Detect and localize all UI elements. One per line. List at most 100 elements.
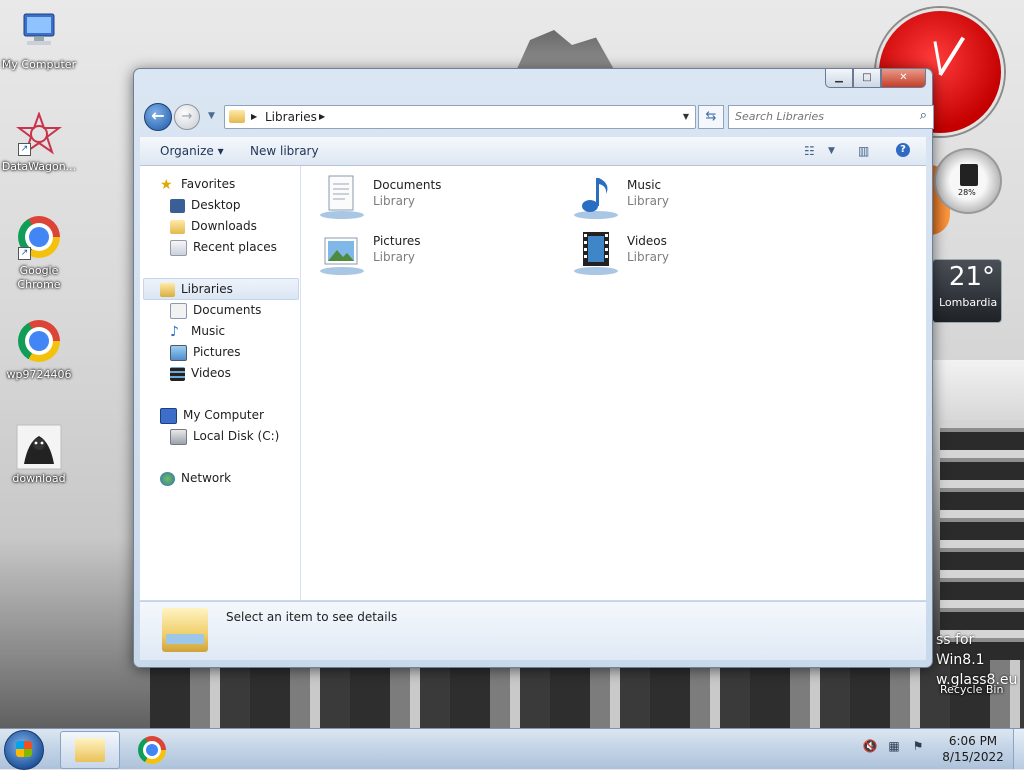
forward-arrow-icon: → [181, 109, 193, 124]
library-documents[interactable]: Documents Library [319, 174, 539, 220]
computer-icon [16, 10, 62, 56]
nav-label: Music [191, 324, 226, 338]
view-options-dropdown-icon[interactable]: ▼ [828, 142, 835, 160]
change-view-icon[interactable]: ☷ [804, 142, 815, 160]
nav-recent-places[interactable]: Recent places [170, 237, 277, 257]
details-text: Select an item to see details [226, 610, 398, 624]
nav-documents[interactable]: Documents [170, 300, 261, 320]
clock-minute-hand [933, 41, 942, 74]
nav-libraries[interactable]: Libraries [143, 278, 299, 300]
library-videos[interactable]: Videos Library [573, 230, 793, 276]
navigation-pane: ★ Favorites Desktop Downloads Recent plac… [140, 166, 301, 600]
nav-label: Pictures [193, 345, 241, 359]
nav-label: Downloads [191, 219, 257, 233]
breadcrumb-libraries[interactable]: Libraries [265, 109, 317, 125]
maximize-button[interactable]: □ [853, 69, 881, 88]
cpu-percent: 28% [958, 188, 976, 197]
close-button[interactable]: ✕ [881, 69, 926, 88]
nav-videos[interactable]: Videos [170, 363, 231, 383]
nav-label: Recent places [193, 240, 277, 254]
nav-network[interactable]: Network [160, 468, 231, 488]
library-pictures[interactable]: Pictures Library [319, 230, 539, 276]
libraries-icon [160, 282, 175, 297]
search-input[interactable] [729, 106, 905, 126]
address-bar[interactable]: ▶ Libraries ▶ ▼ [224, 105, 696, 129]
desktop-icon-my-computer[interactable]: My Computer [0, 10, 79, 72]
back-arrow-icon: ← [151, 106, 165, 125]
library-name: Pictures [373, 234, 421, 248]
new-library-button[interactable]: New library [250, 143, 319, 159]
watermark-line-1: ss for Win8.1 [936, 632, 985, 668]
image-file-icon [16, 424, 62, 470]
nav-label: Desktop [191, 198, 241, 212]
action-center-icon[interactable]: ⚑ [910, 739, 926, 753]
taskbar-explorer-button[interactable] [60, 731, 120, 769]
forward-button[interactable]: → [174, 104, 200, 130]
nav-desktop[interactable]: Desktop [170, 195, 241, 215]
desktop-icon-google-chrome[interactable]: ↗ Google Chrome [0, 216, 79, 292]
network-icon [160, 471, 175, 486]
nav-label: Documents [193, 303, 262, 317]
network-icon[interactable]: ▦ [886, 739, 902, 753]
desktop-icon-label: DataWagon... [1, 160, 77, 173]
music-library-icon [573, 174, 619, 220]
preview-pane-icon[interactable]: ▥ [858, 142, 869, 160]
library-type: Library [373, 194, 415, 208]
nav-label: Libraries [181, 282, 233, 296]
cpu-meter-gadget[interactable]: 28% [934, 148, 1002, 214]
chrome-icon [16, 320, 62, 366]
notification-area: 🔇 ▦ ⚑ [862, 739, 926, 753]
desktop-icon-label: download [12, 472, 66, 485]
shortcut-arrow-icon: ↗ [18, 143, 31, 156]
nav-label: Network [181, 471, 232, 485]
library-type: Library [373, 250, 415, 264]
pictures-library-icon [319, 230, 365, 276]
search-icon[interactable]: ⌕ [920, 108, 927, 123]
documents-library-icon [319, 174, 365, 220]
back-button[interactable]: ← [144, 103, 172, 131]
pictures-icon [170, 344, 187, 361]
hard-disk-icon [170, 428, 187, 445]
memory-chip-icon [960, 164, 978, 186]
libraries-folder-icon [229, 110, 245, 123]
desktop-icon-datawagon[interactable]: ↗ DataWagon... [0, 111, 79, 174]
show-desktop-button[interactable] [1013, 729, 1024, 769]
desktop-icon-label: wp9724406 [6, 368, 72, 381]
weather-location: Lombardia [939, 296, 998, 309]
volume-muted-icon[interactable]: 🔇 [862, 739, 878, 753]
folder-icon [75, 738, 105, 762]
nav-downloads[interactable]: Downloads [170, 216, 257, 236]
breadcrumb-separator-icon[interactable]: ▶ [319, 109, 325, 125]
organize-button[interactable]: Organize ▾ [160, 143, 224, 159]
library-name: Documents [373, 178, 442, 192]
nav-pictures[interactable]: Pictures [170, 342, 241, 362]
recent-pages-dropdown[interactable]: ▼ [208, 105, 215, 127]
shortcut-arrow-icon: ↗ [18, 247, 31, 260]
explorer-window: ▁ □ ✕ ← → ▼ ▶ Libraries ▶ ▼ ⇆ ⌕ Organize… [133, 68, 934, 668]
breadcrumb-separator-icon[interactable]: ▶ [251, 109, 257, 125]
desktop-icon-wp9724406[interactable]: wp9724406 [0, 320, 79, 382]
desktop-icon-download[interactable]: download [0, 424, 79, 486]
recycle-bin-label[interactable]: Recycle Bin [940, 683, 1003, 696]
taskbar-chrome-button[interactable] [120, 731, 178, 767]
library-music[interactable]: Music Library [573, 174, 793, 220]
nav-music[interactable]: ♪ Music [170, 321, 225, 341]
desktop-icon-label: My Computer [1, 58, 77, 71]
help-icon[interactable]: ? [896, 143, 910, 157]
chrome-icon: ↗ [16, 216, 62, 262]
address-dropdown-icon[interactable]: ▼ [683, 109, 689, 125]
start-button[interactable] [4, 730, 44, 770]
nav-favorites[interactable]: ★ Favorites [160, 174, 235, 194]
nav-local-disk[interactable]: Local Disk (C:) [170, 426, 279, 446]
wallpaper-watermark: ss for Win8.1 w.glass8.eu [936, 630, 1024, 690]
search-box[interactable]: ⌕ [728, 105, 934, 129]
weather-gadget[interactable]: 21° Lombardia [932, 259, 1002, 323]
videos-library-icon [573, 230, 619, 276]
library-name: Videos [627, 234, 667, 248]
system-clock[interactable]: 6:06 PM 8/15/2022 [936, 733, 1010, 765]
minimize-button[interactable]: ▁ [825, 69, 853, 88]
nav-my-computer[interactable]: My Computer [160, 405, 264, 425]
refresh-button[interactable]: ⇆ [698, 105, 724, 129]
music-note-icon: ♪ [170, 323, 179, 340]
chrome-icon [138, 736, 166, 764]
